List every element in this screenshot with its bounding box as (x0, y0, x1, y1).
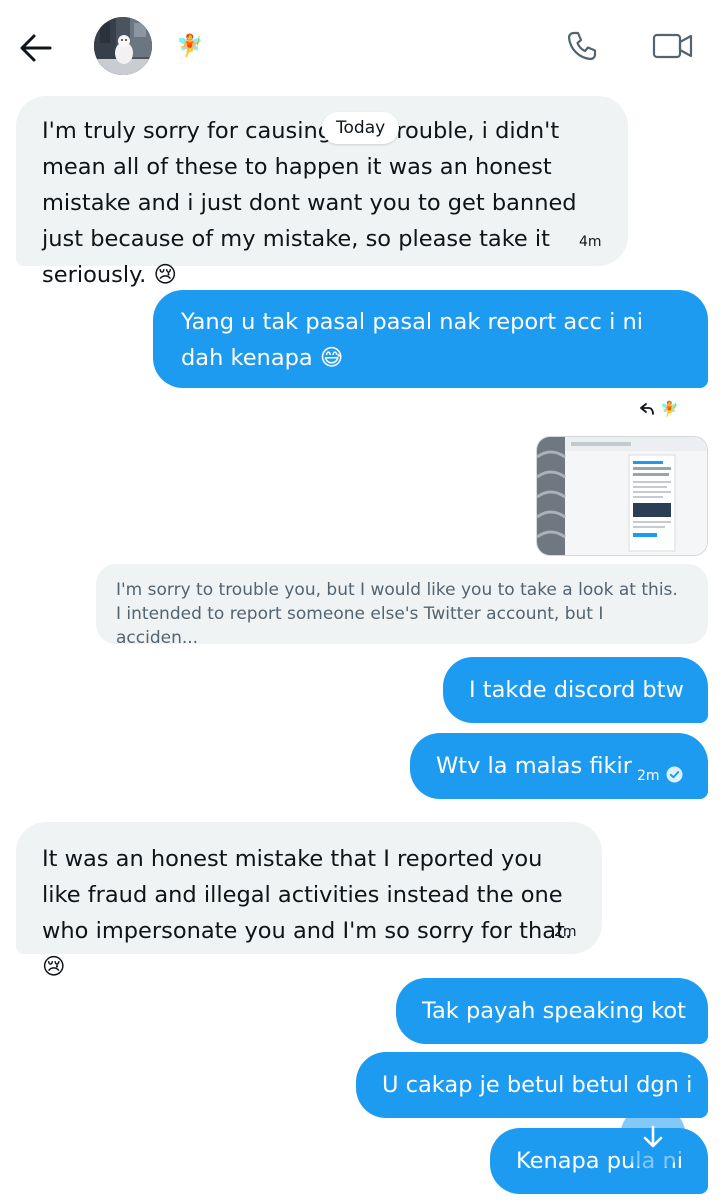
message-bubble-outgoing[interactable]: I takde discord btw (443, 657, 708, 723)
reply-arrow-icon (640, 403, 654, 415)
video-camera-icon (652, 33, 693, 59)
message-text: Wtv la malas fikir (436, 753, 633, 779)
reply-indicator: 🧚 (640, 400, 679, 418)
message-bubble-outgoing[interactable]: Tak payah speaking kot (396, 978, 708, 1044)
screenshot-thumbnail (537, 437, 707, 555)
message-text: Tak payah speaking kot (422, 998, 687, 1024)
message-text: Yang u tak pasal pasal nak report acc i … (181, 309, 643, 371)
message-timestamp: 4m (579, 234, 602, 250)
quoted-message-text: I'm sorry to trouble you, but I would li… (116, 580, 678, 648)
message-text: It was an honest mistake that I reported… (42, 846, 572, 980)
quoted-message-preview[interactable]: I'm sorry to trouble you, but I would li… (96, 564, 708, 648)
date-divider: Today (322, 112, 400, 144)
voice-call-button[interactable] (562, 26, 602, 66)
reply-to-emoji: 🧚 (660, 400, 679, 418)
message-text: U cakap je betul betul dgn i (382, 1072, 693, 1098)
image-attachment[interactable] (536, 436, 708, 556)
message-text: I takde discord btw (469, 677, 684, 703)
scroll-to-bottom-button[interactable] (620, 1104, 686, 1170)
chat-header: 🧚 (0, 0, 724, 90)
message-text: I'm truly sorry for causing this trouble… (42, 118, 577, 288)
message-timestamp: 2m (554, 924, 577, 940)
video-call-button[interactable] (650, 26, 696, 66)
phone-icon (567, 31, 597, 61)
contact-avatar[interactable] (94, 17, 152, 75)
check-circle-icon (666, 766, 683, 783)
message-timestamp: 2m (637, 768, 660, 784)
contact-name-emoji: 🧚 (176, 34, 204, 59)
message-bubble-incoming[interactable]: It was an honest mistake that I reported… (16, 822, 602, 980)
message-bubble-outgoing[interactable]: Wtv la malas fikir 2m (410, 733, 708, 799)
arrow-left-icon (20, 34, 52, 62)
arrow-down-icon (643, 1125, 663, 1148)
back-button[interactable] (16, 28, 56, 68)
message-bubble-outgoing[interactable]: Yang u tak pasal pasal nak report acc i … (153, 290, 708, 388)
